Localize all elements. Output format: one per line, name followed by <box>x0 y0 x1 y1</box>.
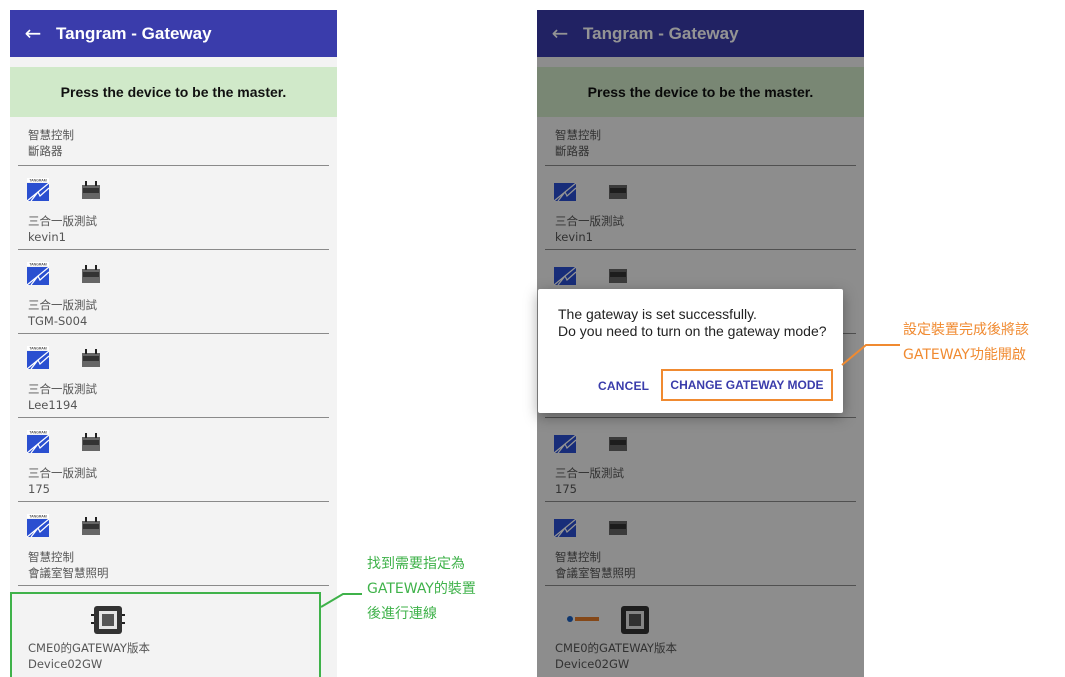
svg-text:TANGRAM: TANGRAM <box>29 179 46 183</box>
controller-device-icon <box>82 181 100 199</box>
dialog-message: The gateway is set successfully. Do you … <box>558 306 827 339</box>
device-category: 三合一版測試 <box>28 466 97 480</box>
device-icons <box>553 430 629 454</box>
tangram-logo-icon: TANGRAM <box>26 514 50 538</box>
device-name: 175 <box>555 482 577 496</box>
controller-device-icon <box>82 517 100 535</box>
cancel-button[interactable]: CANCEL <box>598 379 649 393</box>
orange-annotation-note: 設定裝置完成後將該 GATEWAY功能開啟 <box>903 322 1029 363</box>
app-bar: ← Tangram - Gateway <box>10 10 337 57</box>
device-item[interactable]: TANGRAM 三合一版測試 TGM-S004 <box>18 250 329 334</box>
gateway-highlight-box <box>10 592 321 677</box>
gateway-device-icon <box>621 606 649 634</box>
device-category: CME0的GATEWAY版本 <box>555 641 677 655</box>
tangram-logo-icon: TANGRAM <box>26 430 50 454</box>
device-text: 智慧控制 會議室智慧照明 <box>555 549 636 581</box>
controller-device-icon <box>609 269 627 283</box>
svg-text:TANGRAM: TANGRAM <box>29 263 46 267</box>
back-arrow-icon[interactable]: ← <box>10 10 56 57</box>
device-item[interactable]: 智慧控制 斷路器 <box>545 117 856 166</box>
device-icons <box>553 178 629 202</box>
device-text: CME0的GATEWAY版本 Device02GW <box>555 640 677 672</box>
controller-device-icon <box>82 349 100 367</box>
device-item[interactable]: TANGRAM 三合一版測試 kevin1 <box>18 166 329 250</box>
device-text: 智慧控制 會議室智慧照明 <box>28 549 109 581</box>
svg-text:TANGRAM: TANGRAM <box>29 515 46 519</box>
device-category: 三合一版測試 <box>28 382 97 396</box>
device-icons <box>553 262 629 286</box>
device-text: 三合一版測試 kevin1 <box>28 213 97 245</box>
change-gateway-mode-button[interactable]: CHANGE GATEWAY MODE <box>661 369 833 401</box>
controller-device-icon <box>609 185 627 199</box>
device-text: 三合一版測試 kevin1 <box>555 213 624 245</box>
device-item[interactable]: TANGRAM 智慧控制 會議室智慧照明 <box>18 502 329 586</box>
instruction-banner: Press the device to be the master. <box>10 67 337 117</box>
controller-device-icon <box>82 433 100 451</box>
app-title: Tangram - Gateway <box>56 23 212 43</box>
device-icons <box>553 514 629 538</box>
stage: ← Tangram - Gateway Press the device to … <box>0 0 1065 677</box>
device-name: 175 <box>28 482 50 496</box>
device-icons: TANGRAM <box>26 178 102 202</box>
device-name: kevin1 <box>28 230 66 244</box>
device-name: 斷路器 <box>28 144 63 158</box>
device-icons: TANGRAM <box>26 262 102 286</box>
tangram-logo-icon <box>553 182 577 202</box>
app-title: Tangram - Gateway <box>583 23 739 43</box>
tangram-logo-icon: TANGRAM <box>26 262 50 286</box>
tangram-logo-icon: TANGRAM <box>26 178 50 202</box>
tangram-logo-icon <box>553 518 577 538</box>
device-text: 三合一版測試 Lee1194 <box>28 381 97 413</box>
device-item[interactable]: 三合一版測試 kevin1 <box>545 166 856 250</box>
svg-text:TANGRAM: TANGRAM <box>29 431 46 435</box>
device-name: 會議室智慧照明 <box>28 566 109 580</box>
device-icons: TANGRAM <box>26 430 102 454</box>
device-text: 三合一版測試 175 <box>555 465 624 497</box>
device-category: 三合一版測試 <box>28 214 97 228</box>
device-category: 智慧控制 <box>28 128 74 142</box>
tangram-logo-icon <box>553 266 577 286</box>
device-category: 智慧控制 <box>555 550 601 564</box>
device-text: 三合一版測試 TGM-S004 <box>28 297 97 329</box>
device-text: 三合一版測試 175 <box>28 465 97 497</box>
device-text: 智慧控制 斷路器 <box>28 127 74 159</box>
device-category: 三合一版測試 <box>555 466 624 480</box>
device-name: 會議室智慧照明 <box>555 566 636 580</box>
device-name: Device02GW <box>555 657 630 671</box>
device-icons: TANGRAM <box>26 514 102 538</box>
instruction-banner: Press the device to be the master. <box>537 67 864 117</box>
device-category: 三合一版測試 <box>555 214 624 228</box>
gateway-device-item[interactable]: CME0的GATEWAY版本 Device02GW <box>545 586 856 677</box>
device-category: 智慧控制 <box>28 550 74 564</box>
green-annotation-note: 找到需要指定為 GATEWAY的裝置 後進行連線 <box>367 556 476 622</box>
device-category: 三合一版測試 <box>28 298 97 312</box>
device-name: kevin1 <box>555 230 593 244</box>
phone-screen-left: ← Tangram - Gateway Press the device to … <box>10 10 337 677</box>
device-item[interactable]: TANGRAM 三合一版測試 175 <box>18 418 329 502</box>
device-icons: TANGRAM <box>26 346 102 370</box>
device-item[interactable]: 智慧控制 斷路器 <box>18 117 329 166</box>
device-item[interactable]: 智慧控制 會議室智慧照明 <box>545 502 856 586</box>
controller-device-icon <box>609 521 627 535</box>
device-name: Lee1194 <box>28 398 78 412</box>
controller-device-icon <box>609 437 627 451</box>
device-text: 智慧控制 斷路器 <box>555 127 601 159</box>
gateway-set-dialog: The gateway is set successfully. Do you … <box>538 289 843 413</box>
device-name: TGM-S004 <box>28 314 88 328</box>
device-item[interactable]: TANGRAM 三合一版測試 Lee1194 <box>18 334 329 418</box>
svg-text:TANGRAM: TANGRAM <box>29 347 46 351</box>
device-name: 斷路器 <box>555 144 590 158</box>
tangram-logo-icon: TANGRAM <box>26 346 50 370</box>
back-arrow-icon[interactable]: ← <box>537 10 583 57</box>
controller-device-icon <box>82 265 100 283</box>
cme-logo-icon <box>567 616 599 622</box>
tangram-logo-icon <box>553 434 577 454</box>
device-category: 智慧控制 <box>555 128 601 142</box>
device-item[interactable]: 三合一版測試 175 <box>545 418 856 502</box>
app-bar: ← Tangram - Gateway <box>537 10 864 57</box>
